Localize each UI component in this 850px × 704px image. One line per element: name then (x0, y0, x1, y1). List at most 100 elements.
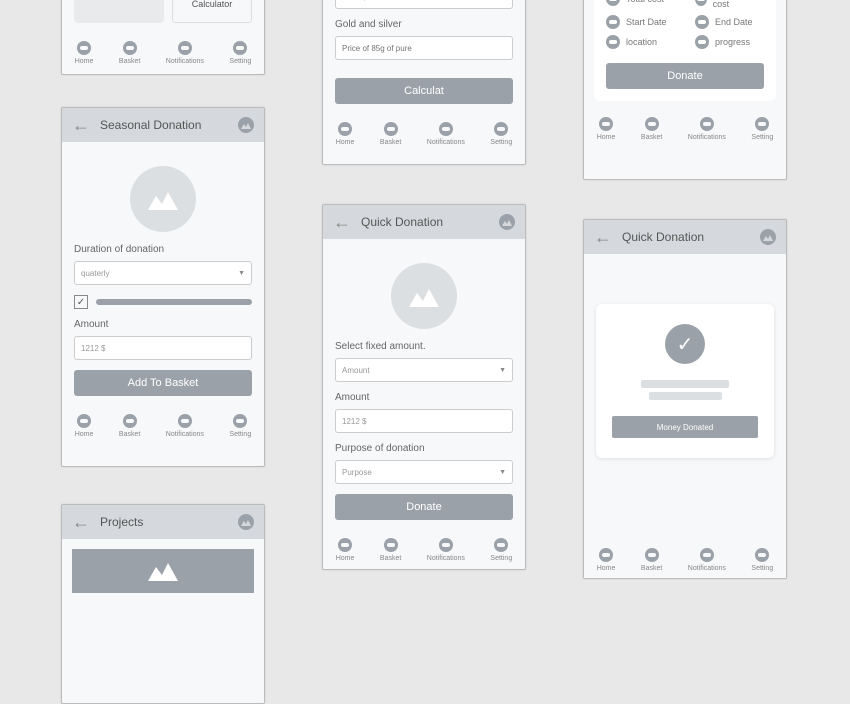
purpose-label: Purpose of donation (335, 443, 513, 454)
dot-icon (695, 35, 709, 49)
home-icon (599, 117, 613, 131)
calculator-button[interactable]: Calculator (172, 0, 252, 23)
donate-card-screen: Total cost Remaining cost Start Date End… (583, 0, 787, 180)
donate-button[interactable]: Donate (606, 63, 764, 89)
setting-icon (494, 122, 508, 136)
tab-bar: Home Basket Notifications Setting (584, 542, 786, 578)
tab-notifications[interactable]: Notifications (427, 538, 465, 562)
basket-icon (645, 548, 659, 562)
image-icon (238, 117, 254, 133)
basket-icon (384, 538, 398, 552)
notifications-icon (439, 538, 453, 552)
back-icon[interactable]: ← (594, 227, 612, 248)
setting-icon (755, 117, 769, 131)
tab-notifications[interactable]: Notifications (166, 414, 204, 438)
tab-home[interactable]: Home (597, 548, 616, 572)
donate-button[interactable]: Donate (335, 494, 513, 520)
header: ← Quick Donation (323, 205, 525, 239)
dot-icon (695, 15, 709, 29)
projects-screen: ← Projects (61, 504, 265, 704)
quick-donation-success-screen: ← Quick Donation ✓ Money Donated Home Ba… (583, 219, 787, 579)
tab-basket[interactable]: Basket (641, 117, 662, 141)
price-input[interactable] (335, 36, 513, 60)
tab-basket[interactable]: Basket (119, 41, 140, 65)
tab-bar: Home Basket Notifications Setting (323, 116, 525, 152)
checkbox[interactable]: ✓ (74, 295, 88, 309)
select-fixed-label: Select fixed amount. (335, 341, 513, 352)
calculate-button[interactable]: Calculat (335, 78, 513, 104)
home-icon (338, 538, 352, 552)
image-icon (760, 229, 776, 245)
amount-input[interactable] (74, 336, 252, 360)
placeholder-box (74, 0, 164, 23)
tab-home[interactable]: Home (75, 41, 94, 65)
basket-icon (645, 117, 659, 131)
header: ← Seasonal Donation (62, 108, 264, 142)
tab-basket[interactable]: Basket (641, 548, 662, 572)
dot-icon (606, 15, 620, 29)
back-icon[interactable]: ← (72, 512, 90, 533)
tab-setting[interactable]: Setting (229, 414, 251, 438)
tab-notifications[interactable]: Notifications (427, 122, 465, 146)
home-icon (77, 41, 91, 55)
home-icon (77, 414, 91, 428)
tab-setting[interactable]: Setting (751, 548, 773, 572)
tab-basket[interactable]: Basket (380, 122, 401, 146)
meta-progress: progress (695, 35, 764, 49)
tab-basket[interactable]: Basket (119, 414, 140, 438)
meta-start-date: Start Date (606, 15, 675, 29)
placeholder-line (649, 392, 722, 400)
header: ← Quick Donation (584, 220, 786, 254)
notifications-icon (439, 122, 453, 136)
tab-setting[interactable]: Setting (490, 122, 512, 146)
gold-silver-screen: Gold and silver Calculat Home Basket Not… (322, 0, 526, 165)
tab-notifications[interactable]: Notifications (688, 548, 726, 572)
value-input[interactable] (335, 0, 513, 9)
tab-notifications[interactable]: Notifications (166, 41, 204, 65)
setting-icon (233, 41, 247, 55)
page-title: Quick Donation (622, 230, 750, 244)
meta-total-cost: Total cost (606, 0, 675, 9)
tab-setting[interactable]: Setting (490, 538, 512, 562)
check-icon: ✓ (665, 324, 705, 364)
tab-notifications[interactable]: Notifications (688, 117, 726, 141)
duration-select[interactable]: quaterly (74, 261, 252, 285)
meta-remaining-cost: Remaining cost (695, 0, 764, 9)
tab-home[interactable]: Home (336, 122, 355, 146)
tab-home[interactable]: Home (336, 538, 355, 562)
notifications-icon (700, 548, 714, 562)
notifications-icon (178, 41, 192, 55)
page-title: Projects (100, 515, 228, 529)
image-placeholder (391, 263, 457, 329)
back-icon[interactable]: ← (333, 212, 351, 233)
tab-setting[interactable]: Setting (229, 41, 251, 65)
home-icon (338, 122, 352, 136)
tab-setting[interactable]: Setting (751, 117, 773, 141)
dot-icon (606, 0, 620, 6)
setting-icon (755, 548, 769, 562)
page-title: Seasonal Donation (100, 118, 228, 132)
amount-select[interactable]: Amount (335, 358, 513, 382)
purpose-select[interactable]: Purpose (335, 460, 513, 484)
project-image (72, 549, 254, 593)
dot-icon (606, 35, 620, 49)
tab-home[interactable]: Home (75, 414, 94, 438)
amount-label: Amount (335, 392, 513, 403)
money-donated-button[interactable]: Money Donated (612, 416, 758, 438)
seasonal-donation-screen: ← Seasonal Donation Duration of donation… (61, 107, 265, 467)
image-placeholder (130, 166, 196, 232)
tab-basket[interactable]: Basket (380, 538, 401, 562)
tab-home[interactable]: Home (597, 117, 616, 141)
back-icon[interactable]: ← (72, 115, 90, 136)
image-icon (238, 514, 254, 530)
add-to-basket-button[interactable]: Add To Basket (74, 370, 252, 396)
project-card: Total cost Remaining cost Start Date End… (594, 0, 776, 101)
success-card: ✓ Money Donated (596, 304, 774, 458)
basket-icon (123, 41, 137, 55)
slider[interactable] (96, 299, 252, 305)
setting-icon (494, 538, 508, 552)
tab-bar: Home Basket Notifications Setting (62, 408, 264, 444)
tab-bar: Home Basket Notifications Setting (323, 532, 525, 568)
meta-end-date: End Date (695, 15, 764, 29)
amount-input[interactable] (335, 409, 513, 433)
